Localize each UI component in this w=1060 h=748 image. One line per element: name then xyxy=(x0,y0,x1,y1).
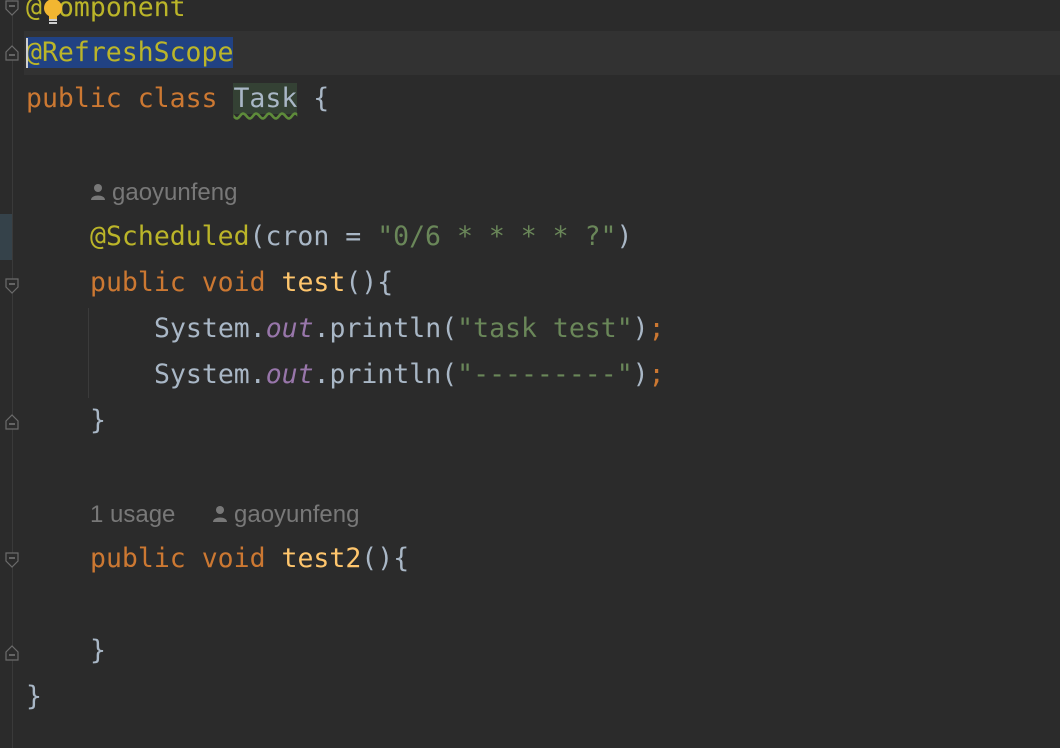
out-field: out xyxy=(265,313,314,344)
keyword-public: public xyxy=(90,267,186,298)
annotation-refresh-scope[interactable]: @RefreshScope xyxy=(26,37,234,68)
user-icon xyxy=(213,506,227,522)
keyword-class: class xyxy=(137,83,218,114)
cron-string: "0/6 * * * * ?" xyxy=(377,221,617,252)
fold-marker-icon[interactable] xyxy=(5,278,19,294)
keyword-public: public xyxy=(90,543,186,574)
fold-marker-icon[interactable] xyxy=(5,552,19,568)
author-inlay-hint[interactable]: gaoyunfeng xyxy=(212,499,359,531)
author-name: gaoyunfeng xyxy=(112,179,238,206)
println-string: "task test" xyxy=(457,313,633,344)
code-line-close-class[interactable]: } xyxy=(26,677,42,717)
code-line-println-2[interactable]: System.out.println("---------"); xyxy=(154,355,665,395)
method-name-test2[interactable]: test2 xyxy=(282,543,362,574)
method-params: (){ xyxy=(345,267,394,298)
semicolon: ; xyxy=(648,313,665,344)
vcs-change-marker[interactable] xyxy=(0,214,12,260)
code-line-test-declaration[interactable]: public void test(){ xyxy=(90,263,393,303)
method-name-test[interactable]: test xyxy=(282,267,346,298)
code-editor[interactable]: @ omponent @RefreshScope public class Tas… xyxy=(0,0,1060,748)
scheduled-args-open: (cron = xyxy=(249,221,378,252)
usage-count[interactable]: 1 usage xyxy=(90,501,175,528)
user-icon xyxy=(91,184,105,200)
fold-marker-icon[interactable] xyxy=(5,414,19,430)
close-brace: } xyxy=(26,681,42,712)
keyword-void: void xyxy=(201,267,266,298)
annotation-scheduled: @Scheduled xyxy=(90,221,250,252)
code-line-test2-declaration[interactable]: public void test2(){ xyxy=(90,539,409,579)
author-name: gaoyunfeng xyxy=(234,501,360,528)
close-paren: ) xyxy=(632,313,649,344)
code-line-scheduled[interactable]: @Scheduled(cron = "0/6 * * * * ?") xyxy=(90,217,632,257)
code-line-close-test[interactable]: } xyxy=(90,401,106,441)
gutter-divider xyxy=(12,0,13,748)
println-call: .println( xyxy=(313,359,458,390)
annotation-component-at: @ xyxy=(26,0,42,23)
fold-marker-icon[interactable] xyxy=(5,645,19,661)
author-inlay-hint[interactable]: gaoyunfeng xyxy=(90,177,237,209)
lightbulb-icon[interactable] xyxy=(42,0,64,26)
indent-guide xyxy=(88,308,89,398)
code-line-refresh-scope[interactable]: @RefreshScope xyxy=(26,33,234,73)
keyword-public: public xyxy=(26,83,122,114)
annotation-component-rest: omponent xyxy=(57,0,186,23)
close-paren: ) xyxy=(632,359,649,390)
class-name-task[interactable]: Task xyxy=(233,83,298,114)
println-call: .println( xyxy=(313,313,458,344)
semicolon: ; xyxy=(648,359,665,390)
keyword-void: void xyxy=(201,543,266,574)
fold-marker-icon[interactable] xyxy=(5,45,19,61)
method-params: (){ xyxy=(361,543,410,574)
scheduled-args-close: ) xyxy=(616,221,633,252)
out-field: out xyxy=(265,359,314,390)
close-brace: } xyxy=(90,405,106,436)
system-class: System. xyxy=(154,313,266,344)
code-line-class-declaration[interactable]: public class Task { xyxy=(26,79,329,119)
usages-inlay-hint[interactable]: 1 usage xyxy=(90,499,175,531)
code-line-close-test2[interactable]: } xyxy=(90,631,106,671)
editor-gutter[interactable] xyxy=(0,0,24,748)
open-brace: { xyxy=(313,83,330,114)
println-string: "---------" xyxy=(457,359,633,390)
system-class: System. xyxy=(154,359,266,390)
text-caret xyxy=(26,38,28,68)
fold-marker-icon[interactable] xyxy=(5,0,19,16)
code-line-println-1[interactable]: System.out.println("task test"); xyxy=(154,309,665,349)
close-brace: } xyxy=(90,635,106,666)
